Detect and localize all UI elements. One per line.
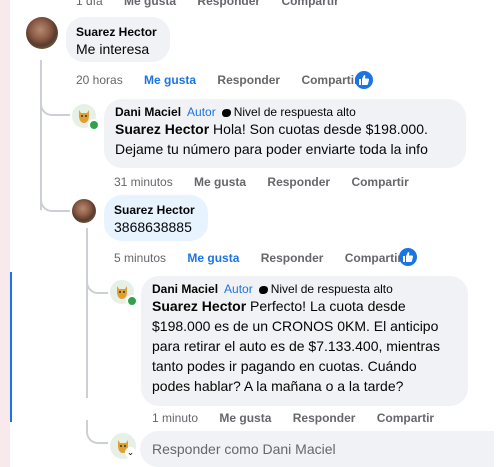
comment-time[interactable]: 31 minutos [114, 175, 173, 189]
comment-meta: 31 minutos Me gusta Responder Compartir [114, 175, 427, 189]
comment-bubble: Suarez Hector Me interesa [66, 17, 170, 62]
like-link[interactable]: Me gusta [124, 0, 176, 8]
left-edge-strip [0, 0, 10, 467]
avatar[interactable] [26, 17, 58, 49]
comment-author[interactable]: Suarez Hector [76, 25, 160, 39]
comment-meta: 1 minuto Me gusta Responder Compartir [152, 411, 452, 425]
author-badge: Autor [187, 105, 216, 119]
thread-connector [86, 420, 108, 444]
comment-bubble: Dani Maciel Autor Nivel de respuesta alt… [141, 276, 468, 406]
thread-line [86, 228, 88, 398]
reply-link[interactable]: Responder [293, 411, 356, 425]
comment-meta: 5 minutos Me gusta Responder Compartir [114, 251, 420, 265]
response-level-badge: Nivel de respuesta alto [258, 282, 393, 296]
thread-connector [40, 92, 70, 116]
reply-link[interactable]: Responder [217, 73, 280, 87]
share-link[interactable]: Compartir [301, 73, 358, 87]
reply-composer[interactable] [140, 431, 494, 467]
like-link[interactable]: Me gusta [144, 73, 196, 87]
comment-meta: 20 horas Me gusta Responder Compartir [76, 73, 377, 87]
comment-text: Me interesa [76, 41, 150, 57]
share-link[interactable]: Compartir [377, 411, 434, 425]
like-link[interactable]: Me gusta [187, 251, 239, 265]
comment-author[interactable]: Dani Maciel [152, 282, 218, 296]
reply-link[interactable]: Responder [261, 251, 324, 265]
thread-connector [40, 188, 70, 212]
thread-connector [86, 270, 108, 294]
comment-author[interactable]: Dani Maciel [115, 105, 181, 119]
badge-icon [221, 108, 231, 117]
author-badge: Autor [224, 282, 253, 296]
reply-link[interactable]: Responder [267, 175, 330, 189]
comment-time[interactable]: 5 minutos [114, 251, 166, 265]
comment-time[interactable]: 20 horas [76, 73, 123, 87]
mention-tag[interactable]: Suarez Hector [152, 298, 246, 314]
share-link[interactable]: Compartir [345, 251, 402, 265]
mention-tag[interactable]: Suarez Hector [115, 121, 209, 137]
online-status-dot [88, 119, 100, 131]
reply-link[interactable]: Responder [197, 0, 260, 8]
avatar[interactable] [72, 199, 96, 223]
like-link[interactable]: Me gusta [194, 175, 246, 189]
comment-author[interactable]: Suarez Hector [114, 203, 198, 217]
selection-indicator [10, 272, 12, 422]
share-link[interactable]: Compartir [281, 0, 338, 8]
response-level-badge: Nivel de respuesta alto [221, 105, 356, 119]
comment-bubble: Dani Maciel Autor Nivel de respuesta alt… [104, 99, 466, 168]
like-link[interactable]: Me gusta [219, 411, 271, 425]
chevron-down-icon[interactable]: ⌄ [125, 447, 136, 458]
online-status-dot [126, 295, 138, 307]
share-link[interactable]: Compartir [351, 175, 408, 189]
comment-time[interactable]: 1 minuto [152, 411, 198, 425]
comment-time: 1 día [76, 0, 103, 8]
comment-text: 3868638885 [114, 219, 192, 235]
reply-input[interactable] [140, 431, 494, 467]
comment-meta-top: 1 día Me gusta Responder Compartir [76, 0, 357, 8]
badge-icon [258, 285, 268, 294]
comment-bubble: Suarez Hector 3868638885 [104, 195, 208, 241]
thumbs-up-icon[interactable] [355, 71, 373, 89]
thumbs-up-icon[interactable] [399, 248, 417, 266]
